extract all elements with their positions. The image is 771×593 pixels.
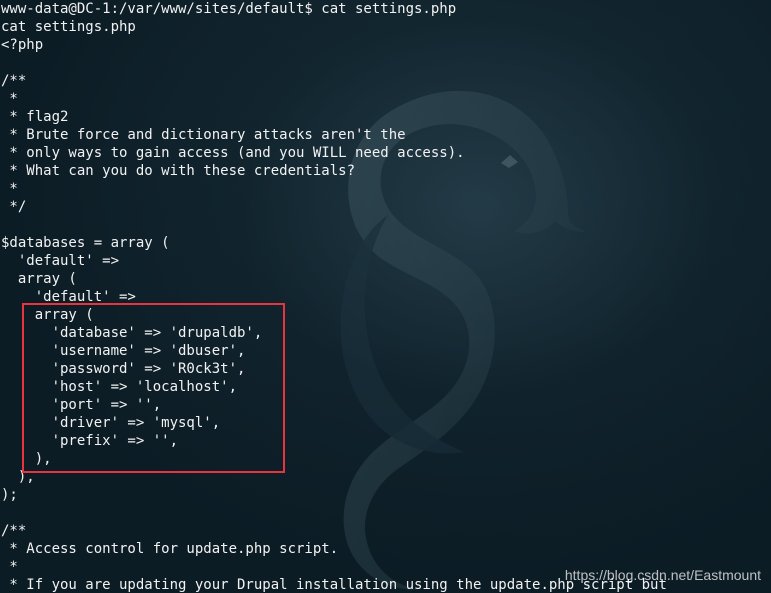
credentials-highlight-box (22, 303, 285, 473)
terminal-line: * only ways to gain access (and you WILL… (1, 145, 465, 161)
terminal-line: /** (1, 73, 27, 89)
source-watermark: https://blog.csdn.net/Eastmount (564, 567, 761, 583)
terminal-line: * (1, 91, 18, 107)
terminal-line: * What can you do with these credentials… (1, 163, 356, 179)
terminal-line: $databases = array ( (1, 235, 170, 251)
terminal-line: * Access control for update.php script. (1, 541, 339, 557)
terminal-command-echo-line: cat settings.php (1, 19, 136, 35)
terminal-line: array ( (1, 271, 77, 287)
terminal-line: /** (1, 523, 27, 539)
terminal-line: */ (1, 199, 27, 215)
terminal-window[interactable]: www-data@DC-1:/var/www/sites/default$ ca… (0, 0, 771, 593)
terminal-line: * flag2 (1, 109, 69, 125)
terminal-line: * (1, 559, 18, 575)
terminal-line: * (1, 181, 18, 197)
terminal-line: ); (1, 487, 18, 503)
terminal-line: * Brute force and dictionary attacks are… (1, 127, 406, 143)
terminal-line: 'default' => (1, 253, 120, 269)
terminal-line: <?php (1, 37, 44, 53)
terminal-prompt-line: www-data@DC-1:/var/www/sites/default$ ca… (1, 1, 457, 17)
